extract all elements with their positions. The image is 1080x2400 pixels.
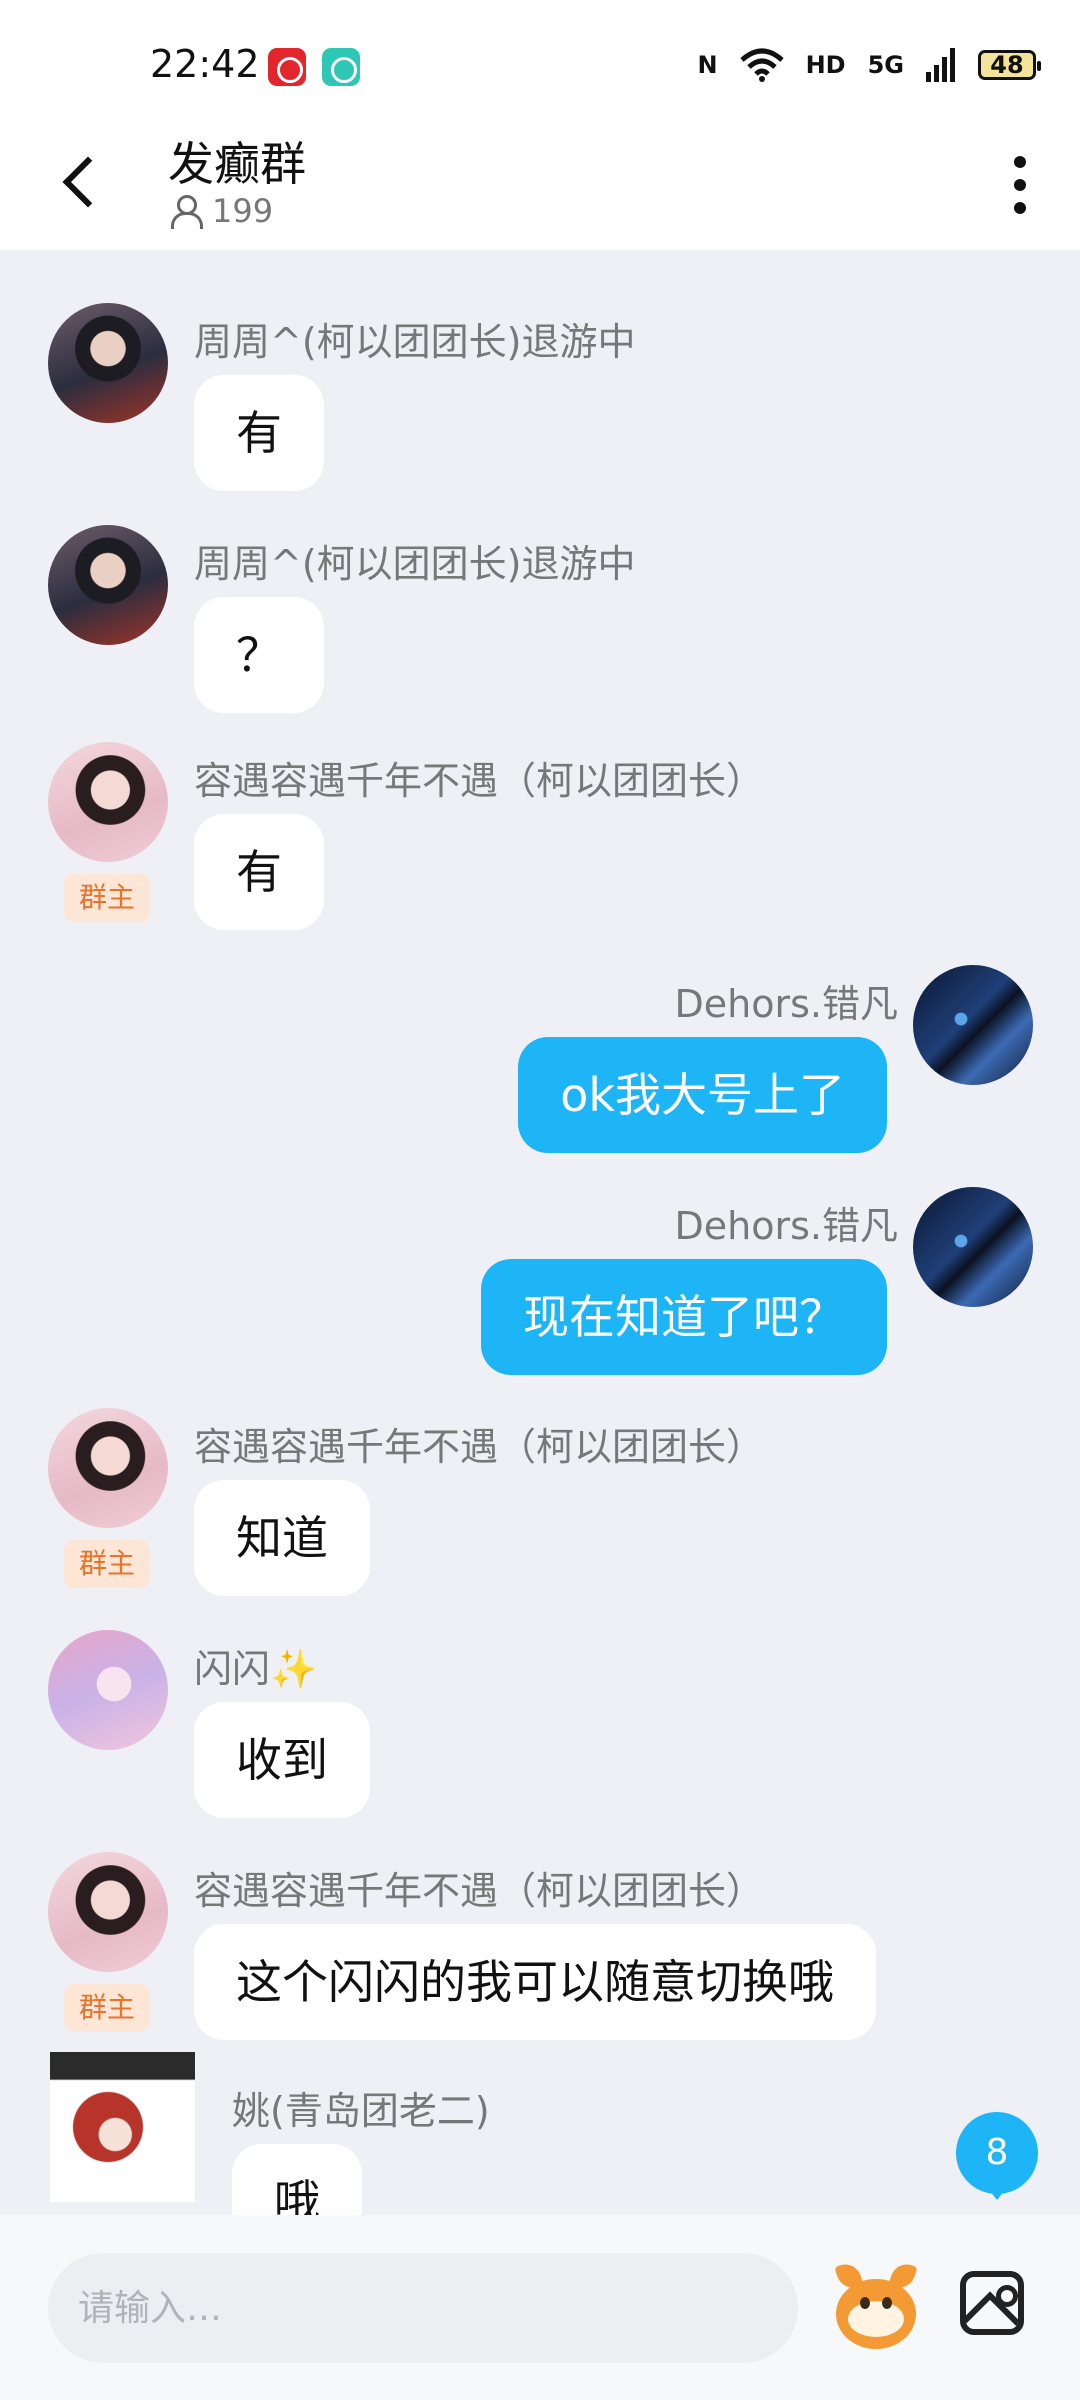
sender-name: 闪闪✨ — [194, 1647, 318, 1691]
owner-badge: 群主 — [64, 1984, 150, 2032]
sender-name: 容遇容遇千年不遇（柯以团团长） — [194, 1425, 765, 1469]
avatar[interactable] — [48, 1852, 168, 1972]
signal-bars-icon — [926, 48, 955, 82]
message-bubble[interactable]: 有 — [194, 375, 324, 491]
message-bubble[interactable]: 收到 — [194, 1702, 370, 1818]
owner-badge: 群主 — [64, 874, 150, 922]
avatar[interactable] — [913, 965, 1033, 1085]
message-bubble[interactable]: ok我大号上了 — [518, 1037, 887, 1153]
sender-name: 容遇容遇千年不遇（柯以团团长） — [194, 1869, 765, 1913]
message-bubble[interactable]: 这个闪闪的我可以随意切换哦 — [194, 1924, 876, 2040]
new-message-badge[interactable]: 8 — [956, 2112, 1038, 2200]
status-time: 22:42 — [150, 42, 260, 86]
app-notification-icon — [268, 48, 306, 86]
status-indicators: N HD 5G 48 — [697, 48, 1041, 82]
owner-badge: 群主 — [64, 1540, 150, 1588]
emoji-icon[interactable] — [830, 2257, 922, 2357]
hd-icon: HD — [805, 51, 846, 79]
sender-name: 姚(青岛团老二) — [232, 2089, 490, 2133]
image-icon[interactable] — [960, 2271, 1024, 2335]
avatar[interactable] — [48, 303, 168, 423]
input-bar — [0, 2215, 1080, 2400]
message-bubble[interactable]: 知道 — [194, 1480, 370, 1596]
message-bubble[interactable]: 哦 — [232, 2144, 362, 2215]
wifi-icon — [739, 48, 784, 82]
chat-header: 发癫群 199 — [0, 120, 1080, 250]
avatar[interactable] — [913, 1187, 1033, 1307]
avatar[interactable] — [48, 742, 168, 862]
message-bubble[interactable]: 有 — [194, 814, 324, 930]
avatar[interactable] — [48, 1630, 168, 1750]
sender-name: Dehors.错凡 — [674, 982, 898, 1026]
message-bubble[interactable]: 现在知道了吧？ — [481, 1259, 887, 1375]
avatar[interactable] — [48, 525, 168, 645]
sender-name: 周周^(柯以团团长)退游中 — [194, 542, 636, 586]
status-bar: 22:42 N HD 5G 48 — [0, 0, 1080, 120]
battery-icon: 48 — [978, 50, 1041, 80]
avatar[interactable] — [50, 2052, 195, 2202]
person-icon — [170, 195, 203, 229]
back-button[interactable] — [50, 146, 120, 216]
group-title: 发癫群 — [168, 137, 306, 191]
message-list[interactable]: 周周^(柯以团团长)退游中 有 周周^(柯以团团长)退游中 ？ 群主 容遇容遇千… — [0, 250, 1080, 2215]
sender-name: 周周^(柯以团团长)退游中 — [194, 320, 636, 364]
nfc-icon: N — [697, 51, 718, 79]
member-count-row[interactable]: 199 — [170, 192, 273, 230]
more-options-button[interactable] — [990, 150, 1050, 220]
sender-name: Dehors.错凡 — [674, 1204, 898, 1248]
message-input[interactable] — [48, 2253, 798, 2363]
signal-label: 5G — [867, 51, 904, 79]
chat-notification-icon — [322, 48, 360, 86]
avatar[interactable] — [48, 1408, 168, 1528]
message-bubble[interactable]: ？ — [194, 597, 324, 713]
sender-name: 容遇容遇千年不遇（柯以团团长） — [194, 759, 765, 803]
member-count: 199 — [212, 192, 274, 230]
